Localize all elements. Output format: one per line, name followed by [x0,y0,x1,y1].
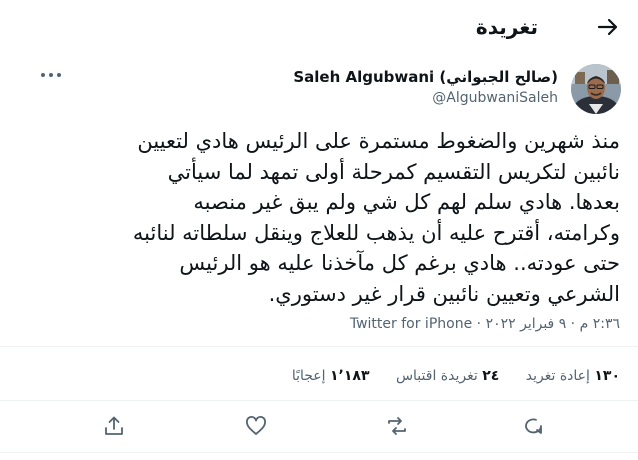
likes-stat[interactable]: ١٬١٨٣ إعجابًا [292,364,370,388]
author-handle[interactable]: @AlgubwaniSaleh [432,88,558,108]
meta-separator-2: · [476,316,482,332]
tweet-meta: ٢:٣٦ م · ٩ فبراير ٢٠٢٢ · Twitter for iPh… [350,312,620,336]
tweet-source[interactable]: Twitter for iPhone [350,316,472,332]
retweets-count: ١٣٠ [594,368,620,384]
heart-icon[interactable] [244,414,268,438]
tweet-date[interactable]: ٩ فبراير ٢٠٢٢ [486,316,567,332]
reply-icon[interactable] [521,414,545,438]
likes-label: إعجابًا [291,368,326,384]
divider-bottom [0,400,638,401]
tweet-text: منذ شهرين والضغوط مستمرة على الرئيس هادي… [132,129,620,306]
avatar[interactable] [571,64,621,114]
tweet-time[interactable]: ٢:٣٦ م [580,316,620,332]
author-name[interactable]: Saleh Algubwani (صالح الجبواني) [293,66,558,88]
more-icon[interactable] [38,68,64,82]
tweet-stats: ١٣٠ إعادة تغريد ٢٤ تغريدة اقتباس ١٬١٨٣ إ… [270,364,620,388]
quotes-stat[interactable]: ٢٤ تغريدة اقتباس [396,364,499,388]
retweets-stat[interactable]: ١٣٠ إعادة تغريد [526,364,620,388]
back-arrow-icon[interactable] [597,16,619,38]
retweet-icon[interactable] [385,414,409,438]
divider-end [0,452,638,453]
quotes-label: تغريدة اقتباس [395,368,478,384]
page-title: تغريدة [475,15,538,39]
likes-count: ١٬١٨٣ [330,368,370,384]
quotes-count: ٢٤ [482,368,500,384]
share-icon[interactable] [102,414,126,438]
divider-top [0,346,638,347]
meta-separator-1: · [566,316,576,332]
retweets-label: إعادة تغريد [525,368,590,384]
